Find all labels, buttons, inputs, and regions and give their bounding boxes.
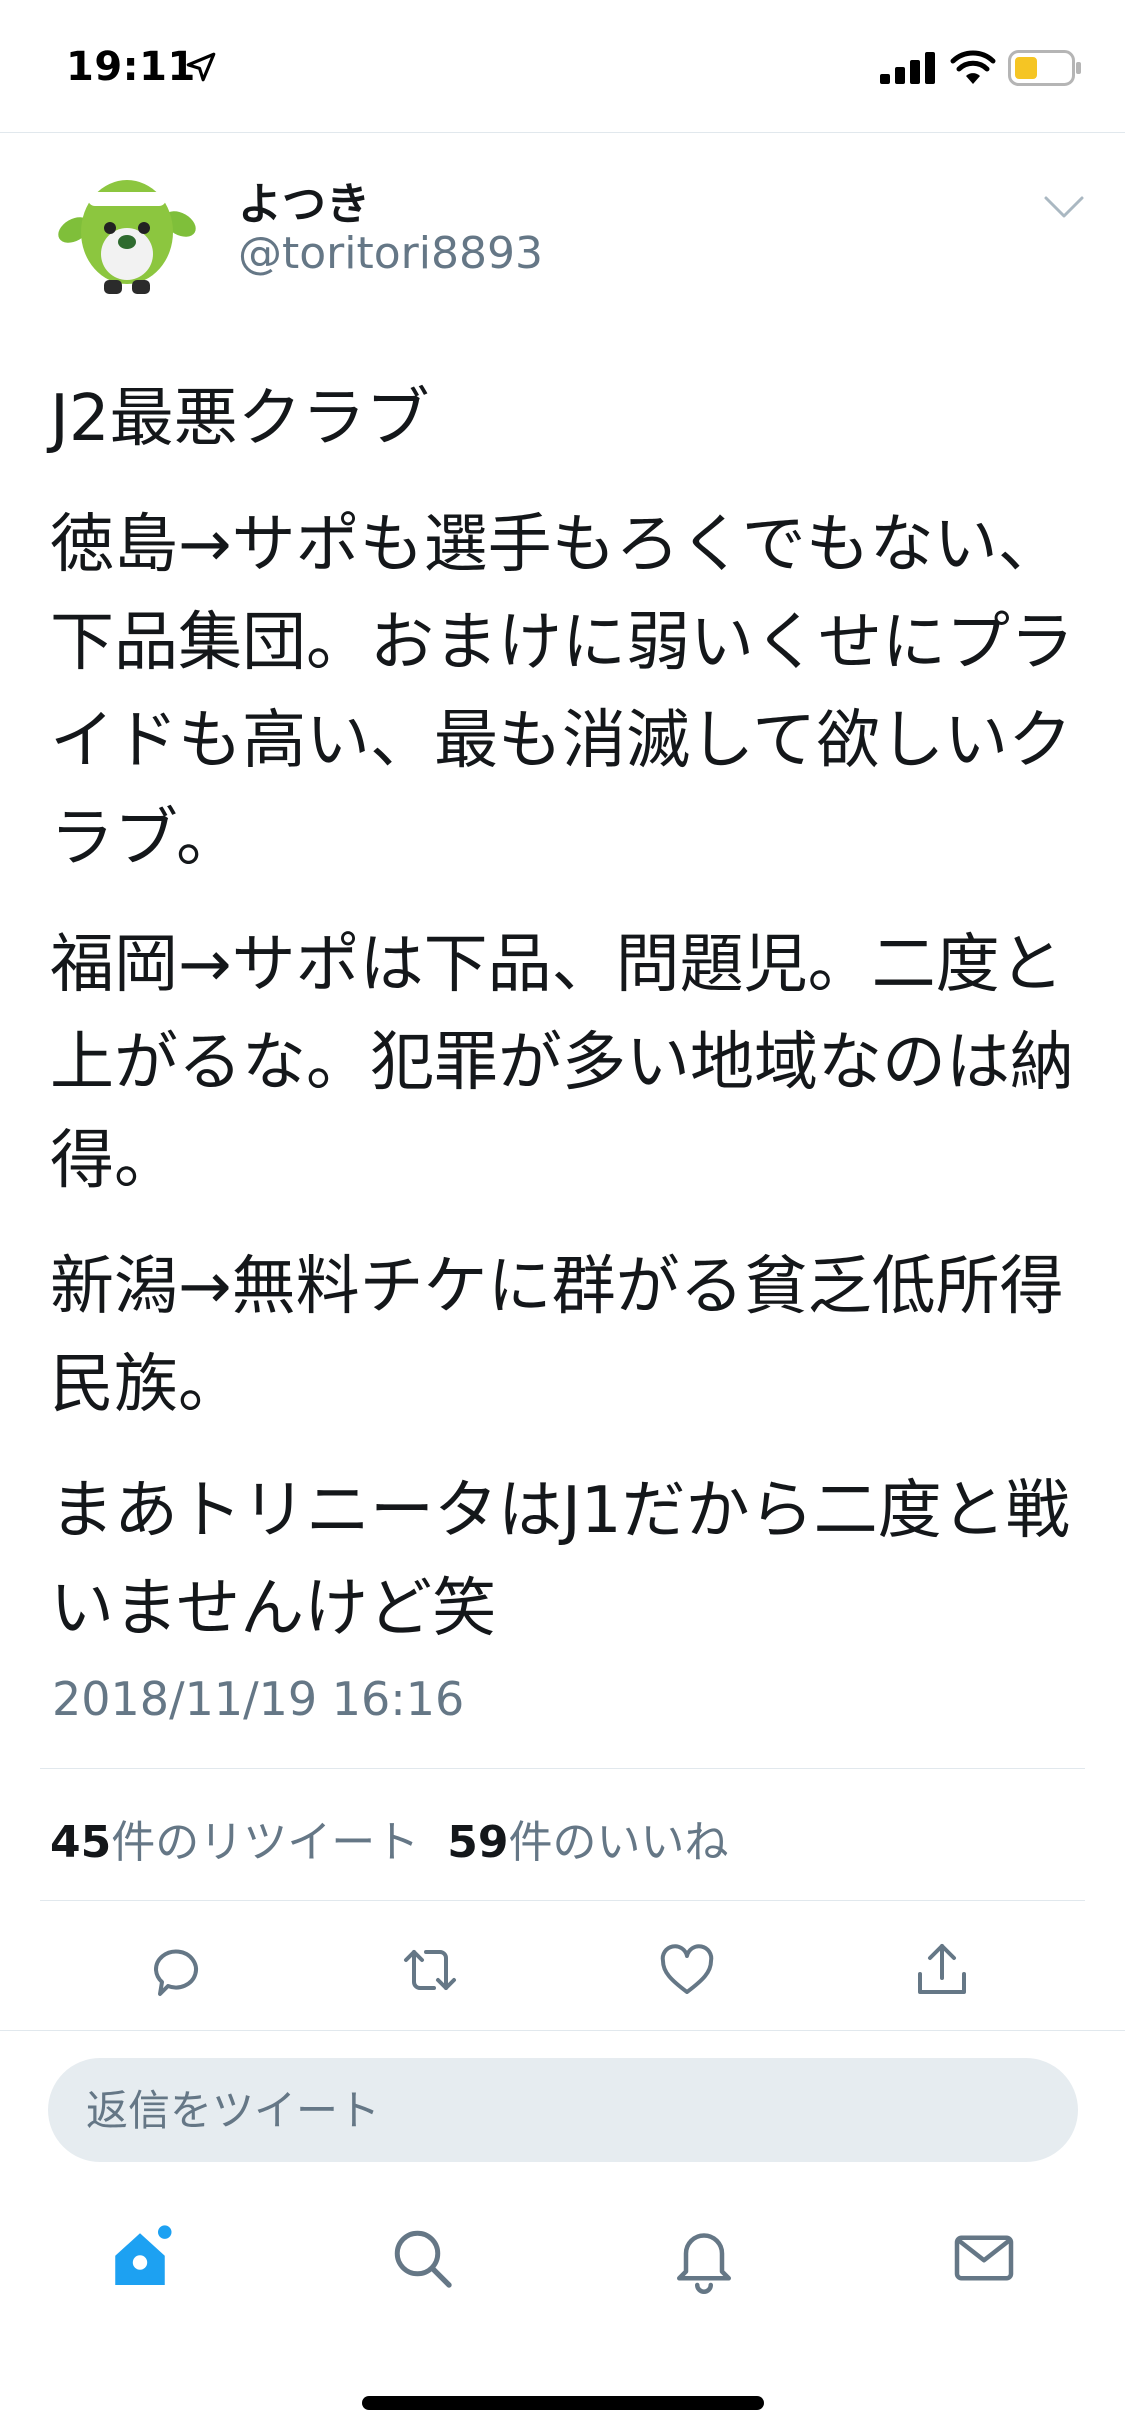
reply-input[interactable] xyxy=(48,2058,1078,2162)
reply-icon[interactable] xyxy=(144,1938,208,2002)
divider xyxy=(40,1768,1085,1769)
chevron-down-icon[interactable] xyxy=(1042,192,1086,222)
battery-icon xyxy=(1008,50,1081,86)
like-count[interactable]: 59件のいいね xyxy=(447,1806,728,1870)
tweet-text: J2最悪クラブ 徳島→サポも選手もろくでもない、下品集団。おまけに弱いくせにプラ… xyxy=(50,370,1090,1686)
display-name[interactable]: よつき xyxy=(238,168,370,232)
reply-box[interactable] xyxy=(48,2058,1078,2162)
user-handle[interactable]: @toritori8893 xyxy=(238,228,543,279)
avatar[interactable] xyxy=(52,162,202,302)
tweet-detail-screen: 19:11 よつき @toritori8893 J2最悪クラブ 徳島→サポも選手… xyxy=(0,0,1125,2436)
messages-icon[interactable] xyxy=(948,2222,1020,2294)
tweet-paragraph: J2最悪クラブ xyxy=(50,382,430,456)
divider xyxy=(40,1900,1085,1901)
tweet-paragraph: 徳島→サポも選手もろくでもない、下品集団。おまけに弱いくせにプライドも高い、最も… xyxy=(50,508,1074,876)
tweet-timestamp: 2018/11/19 16:16 xyxy=(52,1672,465,1726)
home-icon[interactable] xyxy=(104,2222,176,2294)
notifications-icon[interactable] xyxy=(668,2222,740,2294)
divider xyxy=(0,2030,1125,2031)
wifi-icon xyxy=(950,50,996,84)
retweet-icon[interactable] xyxy=(398,1938,462,2002)
retweet-count[interactable]: 45件のリツイート xyxy=(50,1806,419,1870)
tweet-paragraph: 福岡→サポは下品、問題児。二度と上がるな。犯罪が多い地域なのは納得。 xyxy=(50,928,1074,1198)
search-icon[interactable] xyxy=(386,2222,458,2294)
status-bar: 19:11 xyxy=(0,0,1125,133)
location-arrow-icon xyxy=(186,52,216,82)
cellular-signal-icon xyxy=(880,52,935,84)
share-icon[interactable] xyxy=(910,1938,974,2002)
tweet-stats: 45件のリツイート 59件のいいね xyxy=(50,1806,728,1870)
status-time: 19:11 xyxy=(66,44,196,90)
like-icon[interactable] xyxy=(655,1938,719,2002)
tweet-paragraph: まあトリニータはJ1だから二度と戦いませんけど笑 xyxy=(50,1474,1070,1646)
tweet-paragraph: 新潟→無料チケに群がる貧乏低所得民族。 xyxy=(50,1250,1064,1422)
home-indicator[interactable] xyxy=(362,2396,764,2410)
